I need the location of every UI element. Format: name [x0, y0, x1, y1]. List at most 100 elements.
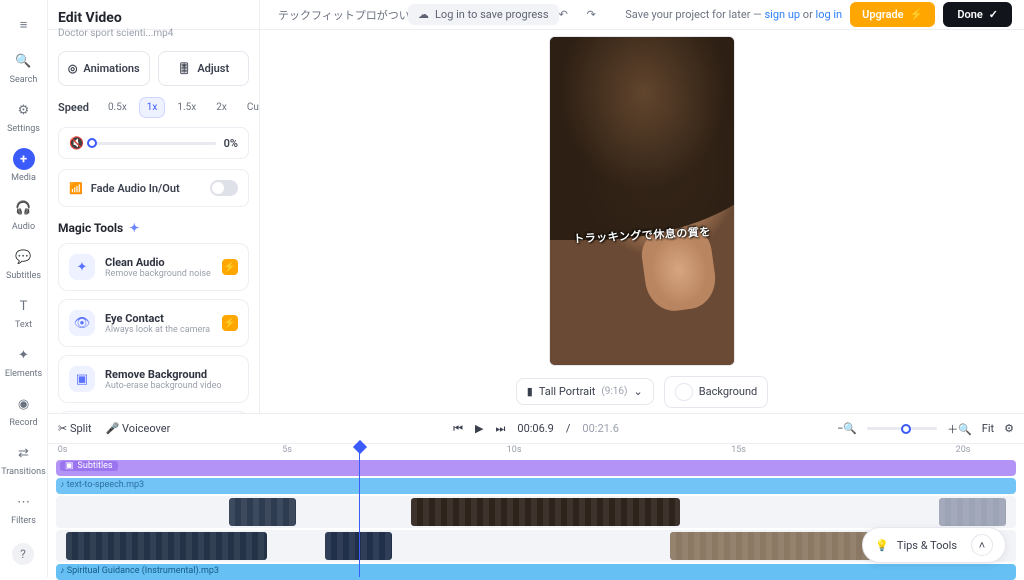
clip[interactable] [411, 498, 680, 526]
music-chip: ♪ Spiritual Guidance (Instrumental).mp3 [60, 565, 219, 576]
magic-clean-audio[interactable]: ✦ Clean AudioRemove background noise ⚡ [58, 243, 249, 291]
text-icon: T [13, 295, 35, 317]
magic-eye-contact[interactable]: 👁 Eye ContactAlways look at the camera ⚡ [58, 299, 249, 347]
timeline-toolbar: ✂ Split 🎤 Voiceover ⏮ ▶ ⏭ 00:06.9 / 00:2… [48, 413, 1024, 443]
sidebar-item-subtitles[interactable]: 💬 Subtitles [0, 240, 47, 287]
gear-icon: ⚙ [13, 99, 35, 121]
app-sidebar: ≡ 🔍Search ⚙ Settings + Media 🎧 Audio 💬 Subti… [0, 0, 48, 577]
forward-button[interactable]: ⏭ [495, 422, 505, 436]
fade-row: 📶 Fade Audio In/Out [58, 169, 249, 207]
speed-2x[interactable]: 2x [209, 98, 234, 117]
sidebar-label: Text [15, 320, 32, 330]
clean-audio-icon: ✦ [69, 254, 95, 280]
playhead[interactable] [359, 444, 360, 577]
timeline-settings-button[interactable]: ⚙ [1004, 422, 1014, 435]
magic-tools-title: Magic Tools✦ [58, 221, 249, 235]
save-hint: Save your project for later — sign up or… [625, 8, 842, 21]
subtitles-icon: 💬 [13, 246, 35, 268]
chevron-down-icon: ⌄ [634, 385, 643, 398]
mute-icon[interactable]: 🔇 [69, 136, 84, 150]
volume-value: 0% [224, 137, 238, 150]
subtitles-chip: ▣ Subtitles [60, 461, 118, 471]
sidebar-item-text[interactable]: T Text [0, 289, 47, 336]
zoom-slider[interactable] [867, 427, 937, 430]
speed-label: Speed [58, 101, 89, 114]
sidebar-label: Filters [11, 516, 36, 526]
track-tts-audio[interactable]: ♪ text-to-speech.mp3 [56, 478, 1016, 494]
clip[interactable] [939, 498, 1006, 526]
sidebar-item-search[interactable]: 🔍Search [0, 44, 47, 91]
plus-icon: + [13, 148, 35, 170]
help-button[interactable]: ? [12, 543, 34, 565]
cloud-icon: ☁ [418, 8, 429, 21]
video-preview[interactable]: トラッキングで休息の質を [549, 36, 735, 366]
speed-custom[interactable]: Custom [240, 98, 260, 117]
sidebar-item-elements[interactable]: ✦ Elements [0, 338, 47, 385]
panel-title: Edit Video [58, 10, 249, 26]
track-subtitles[interactable]: ▣ Subtitles [56, 460, 1016, 476]
sidebar-label: Settings [7, 124, 40, 134]
fade-label: Fade Audio In/Out [91, 182, 180, 195]
sidebar-item-media[interactable]: + Media [0, 142, 47, 189]
login-save-pill[interactable]: ☁Log in to save progress [408, 4, 559, 25]
volume-row: 🔇 0% [58, 127, 249, 159]
clip[interactable] [229, 498, 296, 526]
track-video-1[interactable] [56, 496, 1016, 528]
sidebar-label: Audio [12, 222, 35, 232]
signup-link[interactable]: sign up [764, 8, 800, 21]
premium-badge: ⚡ [222, 315, 238, 331]
tab-adjust[interactable]: 🎚Adjust [158, 51, 250, 86]
redo-button[interactable]: ↷ [581, 5, 601, 25]
tips-tools-button[interactable]: 💡 Tips & Tools ˄ [862, 527, 1006, 563]
login-link[interactable]: log in [816, 8, 843, 21]
record-icon: ◉ [13, 393, 35, 415]
menu-icon[interactable]: ≡ [0, 8, 47, 42]
done-button[interactable]: Done✓ [943, 2, 1012, 27]
sidebar-item-settings[interactable]: ⚙ Settings [0, 93, 47, 140]
speed-row: Speed 0.5x 1x 1.5x 2x Custom [58, 98, 249, 117]
fade-toggle[interactable] [210, 180, 238, 196]
split-button[interactable]: ✂ Split [58, 422, 92, 435]
bulb-icon: 💡 [875, 539, 889, 552]
voiceover-button[interactable]: 🎤 Voiceover [106, 422, 171, 435]
timeline-ruler: 0s 5s 10s 15s 20s [48, 444, 1024, 458]
sidebar-item-filters[interactable]: ⋯Filters [0, 485, 47, 532]
sidebar-label: Elements [5, 369, 42, 379]
speed-1x[interactable]: 1x [140, 98, 165, 117]
speed-1-5x[interactable]: 1.5x [170, 98, 203, 117]
sidebar-label: Subtitles [6, 271, 41, 281]
sidebar-item-audio[interactable]: 🎧 Audio [0, 191, 47, 238]
zoom-in-button[interactable]: ＋🔍 [947, 421, 972, 437]
speed-0-5x[interactable]: 0.5x [101, 98, 134, 117]
zoom-out-button[interactable]: −🔍 [837, 422, 857, 435]
headphones-icon: 🎧 [13, 197, 35, 219]
magic-remove-bg[interactable]: ▣ Remove BackgroundAuto-erase background… [58, 355, 249, 403]
panel-filename: Doctor sport scienti...mp4 [58, 28, 249, 39]
elements-icon: ✦ [13, 344, 35, 366]
volume-slider[interactable] [92, 142, 216, 145]
sidebar-label: Search [10, 75, 38, 85]
rewind-button[interactable]: ⏮ [453, 422, 463, 436]
clip[interactable] [66, 532, 268, 560]
time-current: 00:06.9 [517, 422, 553, 435]
upgrade-button[interactable]: Upgrade⚡ [850, 2, 935, 27]
remove-bg-icon: ▣ [69, 366, 95, 392]
aspect-selector[interactable]: ▮Tall Portrait(9:16)⌄ [516, 378, 654, 405]
track-music[interactable]: ♪ Spiritual Guidance (Instrumental).mp3 [56, 564, 1016, 580]
check-icon: ✓ [989, 8, 998, 21]
play-button[interactable]: ▶ [475, 422, 483, 435]
time-total: 00:21.6 [582, 422, 618, 435]
sidebar-label: Media [11, 173, 36, 183]
tab-animations[interactable]: ◎Animations [58, 51, 150, 86]
chevron-up-icon: ˄ [971, 534, 993, 556]
sidebar-item-record[interactable]: ◉ Record [0, 387, 47, 434]
edit-panel: Edit Video Doctor sport scienti...mp4 ◎A… [48, 0, 260, 413]
zoom-fit-button[interactable]: Fit [982, 422, 994, 435]
background-selector[interactable]: Background [664, 376, 768, 408]
sidebar-item-transitions[interactable]: ⇄Transitions [0, 436, 47, 483]
animations-icon: ◎ [68, 62, 78, 75]
bg-color-swatch [675, 383, 693, 401]
sidebar-label: Record [9, 418, 37, 428]
premium-badge: ⚡ [222, 259, 238, 275]
transitions-icon: ⇄ [13, 442, 35, 464]
